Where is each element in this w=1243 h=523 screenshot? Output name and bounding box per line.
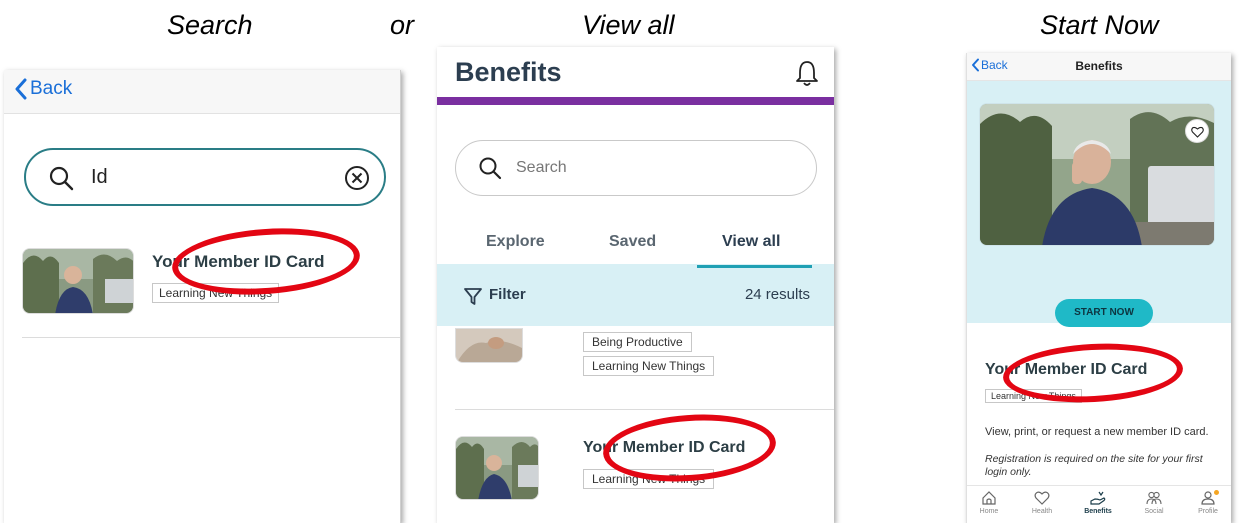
benefit-description: View, print, or request a new member ID … — [985, 426, 1209, 438]
bottom-nav: Home Health Benefits Social Profile — [967, 485, 1231, 523]
nav-home[interactable]: Home — [969, 490, 1009, 515]
thumbnail-image — [455, 436, 539, 500]
search-icon — [49, 166, 74, 191]
filter-button[interactable]: Filter — [489, 286, 526, 303]
filter-icon[interactable] — [463, 286, 483, 306]
people-icon — [1146, 491, 1162, 505]
chevron-left-icon — [15, 78, 27, 100]
comparison-figure: Search or View all Start Now Back Id You… — [0, 0, 1243, 523]
divider — [22, 337, 400, 338]
nav-social[interactable]: Social — [1134, 490, 1174, 515]
nav-profile[interactable]: Profile — [1188, 490, 1228, 515]
caption-or: or — [390, 10, 415, 40]
nav-benefits[interactable]: Benefits — [1078, 490, 1118, 515]
nav-label: Home — [979, 508, 999, 515]
search-placeholder: Search — [516, 159, 567, 176]
search-icon — [479, 157, 502, 180]
benefits-icon — [1090, 491, 1106, 505]
search-input[interactable]: Search — [455, 140, 817, 196]
hero-image — [979, 103, 1215, 246]
tab-view-all[interactable]: View all — [722, 233, 780, 251]
back-label: Back — [30, 78, 73, 99]
heart-icon — [1191, 126, 1204, 138]
thumbnail-image — [22, 248, 134, 314]
filter-bar: Filter 24 results — [437, 264, 834, 326]
caption-search: Search — [167, 10, 253, 40]
registration-note: Registration is required on the site for… — [985, 453, 1203, 478]
nav-label: Benefits — [1084, 508, 1112, 515]
screen-title: Benefits — [1075, 59, 1123, 73]
nav-bar: Back Benefits — [967, 53, 1231, 81]
clear-icon[interactable] — [344, 165, 370, 191]
page-title: Benefits — [455, 57, 562, 87]
bell-icon[interactable] — [794, 59, 820, 87]
heart-icon — [1034, 491, 1050, 505]
search-value: Id — [91, 166, 108, 188]
active-tab-indicator — [697, 265, 812, 268]
divider — [455, 409, 834, 410]
nav-health[interactable]: Health — [1022, 490, 1062, 515]
start-now-button[interactable]: START NOW — [1055, 299, 1153, 327]
home-icon — [982, 491, 996, 505]
caption-start-now: Start Now — [1040, 10, 1159, 40]
nav-label: Social — [1144, 508, 1164, 515]
notification-dot — [1214, 490, 1219, 495]
save-favorite-button[interactable] — [1185, 119, 1209, 143]
brand-bar — [437, 97, 834, 105]
nav-label: Profile — [1198, 508, 1218, 515]
item-tag: Learning New Things — [583, 356, 715, 376]
results-count: 24 results — [744, 286, 810, 303]
nav-bar: Back — [4, 70, 400, 114]
search-screen: Back Id Your Member ID Card Learning New… — [4, 70, 401, 523]
nav-label: Health — [1031, 508, 1053, 515]
caption-view-all: View all — [582, 10, 675, 40]
item-tag: Being Productive — [583, 332, 692, 352]
tab-saved[interactable]: Saved — [609, 233, 656, 251]
back-button[interactable]: Back — [14, 78, 72, 100]
hero-section: START NOW — [967, 81, 1231, 327]
thumbnail-image — [455, 328, 523, 363]
search-input[interactable]: Id — [24, 148, 386, 206]
tab-explore[interactable]: Explore — [486, 233, 545, 251]
benefit-detail-screen: Back Benefits START NOW Your Member ID C… — [966, 53, 1231, 523]
